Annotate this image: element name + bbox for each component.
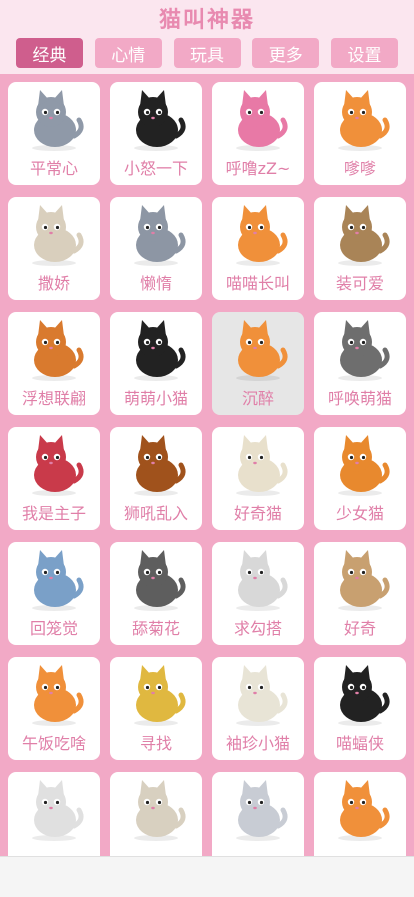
sound-card[interactable]: 浮想联翩 (8, 312, 100, 415)
sound-card-label: 好奇 (343, 619, 376, 638)
angel-cat-icon (223, 776, 293, 842)
app-screen: 猫叫神器 经典 心情 玩具 更多 设置 平常心 小怒一下 呼噜zZ~ 嗲嗲撒娇 懒惰 喵喵… (0, 0, 414, 856)
cat-dog-house-icon (121, 661, 191, 727)
sound-card[interactable]: 好奇猫 (212, 427, 304, 530)
sound-card[interactable]: 少女猫 (314, 427, 406, 530)
cat-with-flower-icon (223, 546, 293, 612)
cat-yarn-ball-icon (19, 316, 89, 382)
sound-card[interactable]: 平常心 (8, 82, 100, 185)
orange-cat-cage-icon (223, 201, 293, 267)
lion-cat-icon (121, 431, 191, 497)
cream-cat-icon (19, 201, 89, 267)
sound-card-label: 萌萌小猫 (123, 389, 188, 408)
sound-card[interactable]: 嗲嗲 (314, 82, 406, 185)
tab-toys[interactable]: 玩具 (173, 38, 241, 68)
sound-card-label: 袖珍小猫 (225, 734, 290, 753)
sound-card-label: 好奇猫 (233, 504, 282, 523)
sound-grid: 平常心 小怒一下 呼噜zZ~ 嗲嗲撒娇 懒惰 喵喵长叫 装可爱浮想联翩 萌萌小猫 沉醉 呼唤萌猫我… (8, 82, 408, 856)
sound-card[interactable]: 寻找 (110, 657, 202, 760)
sound-card-label: 呼噜zZ~ (225, 159, 291, 178)
sound-card[interactable]: 喵喵长叫 (212, 197, 304, 300)
sound-card-label: 狮吼乱入 (123, 504, 188, 523)
sound-card[interactable]: 呼唤萌猫 (314, 312, 406, 415)
sound-card-label: 求勾搭 (233, 619, 282, 638)
sound-card-label: 喵蝠侠 (335, 734, 384, 753)
cat-in-toilet-icon (19, 776, 89, 842)
sound-card-label: 回笼觉 (29, 619, 78, 638)
gray-tabby-cat-icon (325, 316, 395, 382)
sound-card[interactable]: 萌萌小猫 (110, 312, 202, 415)
sound-card[interactable]: 求勾搭 (212, 542, 304, 645)
sound-card-label: 少女猫 (335, 504, 384, 523)
sound-card-label: 寻找 (139, 734, 172, 753)
sound-card[interactable] (212, 772, 304, 856)
black-cat-angry-icon (121, 86, 191, 152)
sound-card-label: 舔菊花 (131, 619, 180, 638)
sound-card[interactable]: 午饭吃啥 (8, 657, 100, 760)
orange-cat-dreaming-icon (325, 86, 395, 152)
bat-cat-icon (325, 661, 395, 727)
sound-card[interactable]: 小怒一下 (110, 82, 202, 185)
tab-bar: 经典 心情 玩具 更多 设置 (16, 38, 398, 68)
tab-settings[interactable]: 设置 (331, 38, 398, 68)
sound-card[interactable]: 懒惰 (110, 197, 202, 300)
cat-in-basket-icon (19, 431, 89, 497)
gray-cat-sitting-icon (19, 86, 89, 152)
tab-mood[interactable]: 心情 (94, 38, 162, 68)
sound-card-label: 浮想联翩 (21, 389, 86, 408)
gray-cat-lying-icon (121, 201, 191, 267)
app-title: 猫叫神器 (158, 8, 255, 33)
sound-card-label: 懒惰 (139, 274, 172, 293)
bottom-bar (0, 856, 414, 897)
sound-card-label: 喵喵长叫 (225, 274, 290, 293)
cat-gift-box-icon (325, 546, 395, 612)
sound-card-label: 午饭吃啥 (21, 734, 86, 753)
sound-card[interactable]: 我是主子 (8, 427, 100, 530)
ghost-cat-icon (223, 661, 293, 727)
tab-more[interactable]: 更多 (252, 38, 320, 68)
sound-card-label: 装可爱 (335, 274, 384, 293)
sound-card[interactable]: 好奇 (314, 542, 406, 645)
sound-card-label: 呼唤萌猫 (327, 389, 392, 408)
sound-card[interactable] (314, 772, 406, 856)
sound-card[interactable]: 袖珍小猫 (212, 657, 304, 760)
sound-card[interactable]: 回笼觉 (8, 542, 100, 645)
cat-in-vase-icon (223, 431, 293, 497)
sound-card[interactable]: 撒娇 (8, 197, 100, 300)
gray-cat-back-icon (121, 546, 191, 612)
sound-card[interactable]: 舔菊花 (110, 542, 202, 645)
mummy-cat-icon (121, 776, 191, 842)
orange-cat-jumping-icon (223, 316, 293, 382)
sound-card[interactable] (110, 772, 202, 856)
sound-card[interactable]: 喵蝠侠 (314, 657, 406, 760)
header: 猫叫神器 经典 心情 玩具 更多 设置 (0, 0, 414, 74)
sound-card-label: 平常心 (29, 159, 78, 178)
sound-card-label: 小怒一下 (123, 159, 188, 178)
cat-on-laptop-icon (19, 546, 89, 612)
sound-card-label: 嗲嗲 (343, 159, 376, 178)
sound-card[interactable]: 呼噜zZ~ (212, 82, 304, 185)
sound-card[interactable]: 沉醉 (212, 312, 304, 415)
sound-card-label: 沉醉 (241, 389, 274, 408)
orange-cat-hearts-icon (325, 776, 395, 842)
tab-classic[interactable]: 经典 (16, 38, 83, 68)
cat-in-pumpkin-icon (325, 431, 395, 497)
sound-card-label: 我是主子 (21, 504, 86, 523)
black-cat-litter-box-icon (121, 316, 191, 382)
sound-card[interactable]: 狮吼乱入 (110, 427, 202, 530)
sound-card[interactable]: 装可爱 (314, 197, 406, 300)
sound-card[interactable] (8, 772, 100, 856)
pink-cat-sleeping-icon (223, 86, 293, 152)
cat-in-box-icon (325, 201, 395, 267)
sound-card-label: 撒娇 (37, 274, 70, 293)
cat-food-bowl-icon (19, 661, 89, 727)
